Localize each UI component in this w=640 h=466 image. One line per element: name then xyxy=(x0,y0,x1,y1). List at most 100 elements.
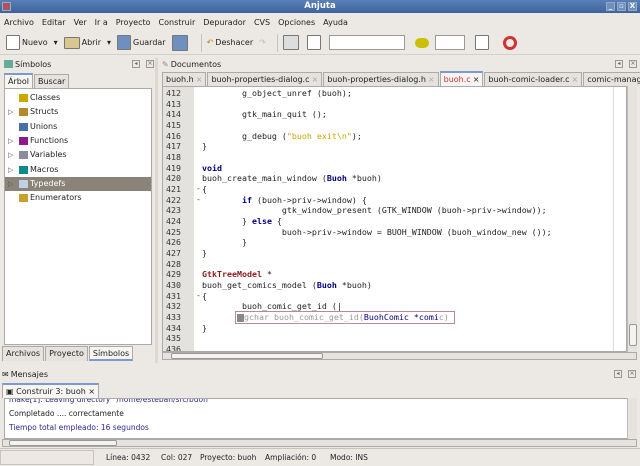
expander-icon[interactable]: ▷ xyxy=(8,105,13,119)
dock-button[interactable]: ◂ xyxy=(615,60,623,68)
classes-icon xyxy=(19,94,28,102)
tab-label: buoh.h xyxy=(166,75,194,84)
expander-icon[interactable]: ▷ xyxy=(8,177,13,191)
menu-ver[interactable]: Ver xyxy=(74,18,87,27)
menu-cvs[interactable]: CVS xyxy=(254,18,270,27)
fold-marker[interactable]: - xyxy=(196,195,201,204)
documents-icon: ✎ xyxy=(162,59,169,69)
line-number: 426 xyxy=(166,237,181,248)
messages-horizontal-scrollbar[interactable] xyxy=(2,439,637,447)
jump-button[interactable] xyxy=(474,35,491,50)
scroll-thumb[interactable] xyxy=(629,324,637,346)
symbols-panel-title: Símbolos xyxy=(15,59,52,69)
tab-buoh-properties-dialog-c[interactable]: buoh-properties-dialog.c × xyxy=(207,72,323,87)
tab-proyecto[interactable]: Proyecto xyxy=(45,346,88,361)
tab-buoh-h[interactable]: buoh.h × xyxy=(162,72,207,87)
menu-depurador[interactable]: Depurador xyxy=(203,18,246,27)
new-button[interactable]: Nuevo xyxy=(6,35,48,50)
pane-splitter[interactable] xyxy=(155,58,158,363)
menu-proyecto[interactable]: Proyecto xyxy=(116,18,151,27)
messages-vertical-scrollbar[interactable] xyxy=(627,398,637,439)
tab-buscar[interactable]: Buscar xyxy=(33,74,70,89)
code-line: buoh_create_main_window (Buoh *buoh) xyxy=(202,173,382,184)
tab-arbol[interactable]: Árbol xyxy=(4,73,33,88)
tab-buoh-c[interactable]: buoh.c × xyxy=(439,71,484,86)
tab-comic-manager-c[interactable]: comic-manager.c× xyxy=(583,72,640,87)
tab-label: buoh-comic-loader.c xyxy=(488,75,570,84)
tab-simbolos[interactable]: Símbolos xyxy=(88,346,134,361)
close-tab-icon[interactable]: × xyxy=(196,75,203,84)
help-button[interactable] xyxy=(497,35,517,50)
menu-editar[interactable]: Editar xyxy=(42,18,66,27)
save-all-button[interactable] xyxy=(171,34,190,51)
close-tab-icon[interactable]: × xyxy=(572,75,579,84)
print-button[interactable] xyxy=(282,35,301,50)
new-dropdown[interactable]: ▾ xyxy=(54,38,58,47)
tab-archivos[interactable]: Archivos xyxy=(2,346,45,361)
undo-button[interactable]: ↶ Deshacer xyxy=(207,38,254,47)
calltip: gchar buoh_comic_get_id(BuohComic *comic… xyxy=(235,311,455,324)
fold-marker[interactable]: - xyxy=(196,291,201,300)
close-panel-button[interactable]: × xyxy=(146,60,154,68)
menu-ayuda[interactable]: Ayuda xyxy=(323,18,348,27)
line-number: 423 xyxy=(166,205,181,216)
tree-item-unions[interactable]: Unions xyxy=(5,120,151,134)
save-button[interactable]: Guardar xyxy=(117,35,166,50)
dock-button[interactable]: ◂ xyxy=(132,60,140,68)
menu-archivo[interactable]: Archivo xyxy=(4,18,34,27)
editor-horizontal-scrollbar[interactable] xyxy=(162,352,637,360)
tree-item-label: Typedefs xyxy=(30,178,66,188)
expander-icon[interactable]: ▷ xyxy=(8,163,13,177)
find-button[interactable] xyxy=(306,35,323,50)
menu-opciones[interactable]: Opciones xyxy=(278,18,315,27)
tree-item-structs[interactable]: ▷ Structs xyxy=(5,105,151,119)
separator xyxy=(200,33,202,52)
code-line: GtkTreeModel * xyxy=(202,269,272,280)
tab-label: buoh-properties-dialog.c xyxy=(211,75,310,84)
close-tab-icon[interactable]: × xyxy=(88,387,95,396)
tree-item-enumerators[interactable]: Enumerators xyxy=(5,191,151,205)
redo-button[interactable]: ↷ xyxy=(259,38,266,47)
close-window-button[interactable]: X xyxy=(628,2,637,11)
tab-buoh-comic-loader-c[interactable]: buoh-comic-loader.c × xyxy=(484,72,583,87)
close-panel-button[interactable]: × xyxy=(629,60,637,68)
open-dropdown[interactable]: ▾ xyxy=(107,38,111,47)
app-menu-icon[interactable] xyxy=(2,2,11,11)
tree-item-classes[interactable]: Classes xyxy=(5,91,151,105)
expander-icon[interactable]: ▷ xyxy=(8,148,13,162)
tree-item-variables[interactable]: ▷ Variables xyxy=(5,148,151,162)
tab-buoh-properties-dialog-h[interactable]: buoh-properties-dialog.h × xyxy=(323,72,439,87)
menu-ir-a[interactable]: Ir a xyxy=(95,18,108,27)
lifebuoy-icon xyxy=(502,35,517,50)
close-tab-icon[interactable]: × xyxy=(312,75,319,84)
close-tab-icon[interactable]: × xyxy=(428,75,435,84)
tree-item-label: Variables xyxy=(30,150,67,160)
tree-item-functions[interactable]: ▷ Functions xyxy=(5,134,151,148)
maximize-button[interactable]: ▫ xyxy=(617,2,626,11)
messages-tabs: ▣ Construir 3: buoh × xyxy=(2,383,100,398)
menu-construir[interactable]: Construir xyxy=(159,18,196,27)
window-title: Anjuta xyxy=(304,1,336,11)
fold-marker[interactable]: - xyxy=(196,184,201,193)
messages-title: Mensajes xyxy=(10,369,48,379)
tree-item-macros[interactable]: ▷ Macros xyxy=(5,163,151,177)
macros-icon xyxy=(19,165,28,174)
undo-label: Deshacer xyxy=(215,38,254,47)
scroll-thumb[interactable] xyxy=(171,353,323,359)
open-button[interactable]: Abrir xyxy=(63,36,101,49)
code-line: buoh_comic_get_id (| xyxy=(202,301,342,312)
scroll-thumb[interactable] xyxy=(9,440,117,446)
dock-button[interactable]: ◂ xyxy=(614,370,622,378)
line-number: 429 xyxy=(166,269,181,280)
editor-vertical-scrollbar[interactable] xyxy=(627,86,637,352)
expander-icon[interactable]: ▷ xyxy=(8,134,13,148)
close-panel-button[interactable]: × xyxy=(628,370,636,378)
goto-line-button[interactable] xyxy=(414,37,429,48)
tab-build[interactable]: ▣ Construir 3: buoh × xyxy=(2,383,100,398)
minimize-button[interactable]: _ xyxy=(606,2,615,11)
tree-item-typedefs[interactable]: ▷ Typedefs xyxy=(5,176,151,191)
search-input[interactable] xyxy=(328,35,405,50)
calltip-suffix: c) xyxy=(438,312,449,322)
goto-line-input[interactable] xyxy=(434,35,465,50)
close-tab-icon[interactable]: × xyxy=(473,75,480,84)
